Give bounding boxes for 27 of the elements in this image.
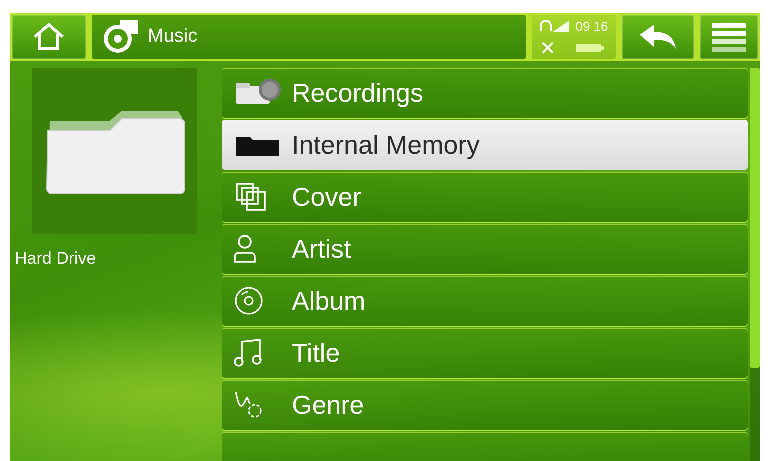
genre-icon <box>234 390 264 420</box>
stacked-squares-icon <box>234 182 266 212</box>
list-item[interactable]: Internal Memory <box>222 120 748 170</box>
list-item[interactable]: Genre <box>222 380 748 430</box>
home-icon <box>32 22 66 52</box>
menu-button[interactable] <box>700 15 758 59</box>
music-note-icon <box>234 338 264 368</box>
no-wifi-icon <box>540 41 556 56</box>
list-item[interactable]: Cover <box>222 172 748 222</box>
headphones-signal-icon <box>540 19 570 34</box>
music-disc-icon <box>102 20 140 54</box>
drive-tile[interactable] <box>32 68 197 234</box>
battery-icon <box>576 43 604 54</box>
window-title: Music <box>148 26 198 48</box>
disc-icon <box>234 286 264 316</box>
person-icon <box>234 234 256 264</box>
list-item[interactable]: Album <box>222 276 748 326</box>
drive-label: Hard Drive <box>15 249 96 269</box>
menu-icon <box>712 22 746 52</box>
list-item[interactable]: Recordings <box>222 68 748 118</box>
home-button[interactable] <box>12 15 86 59</box>
clock: 09 16 <box>576 18 608 34</box>
scrollbar-thumb[interactable] <box>750 68 760 368</box>
list-item[interactable]: Title <box>222 328 748 378</box>
back-button[interactable] <box>622 15 694 59</box>
list-item[interactable]: Artist <box>222 224 748 274</box>
back-arrow-icon <box>638 23 678 51</box>
